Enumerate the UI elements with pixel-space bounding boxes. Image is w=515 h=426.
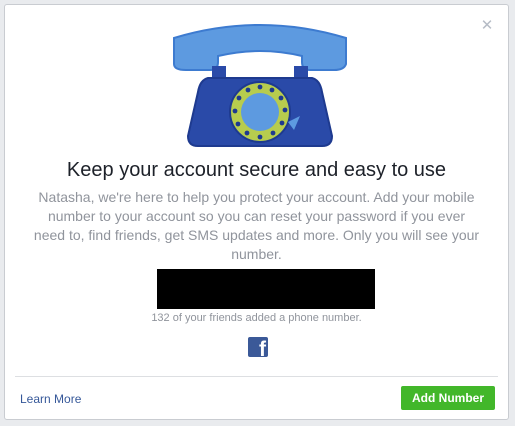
close-icon[interactable]: ✕: [480, 18, 494, 33]
dialog-headline: Keep your account secure and easy to use: [66, 159, 447, 181]
dialog-description: Natasha, we're here to help you protect …: [33, 189, 480, 262]
learn-more-link[interactable]: Learn More: [20, 391, 81, 407]
add-phone-dialog: ✕ Keep your account secure and easy to u…: [4, 4, 509, 420]
footer-divider: [15, 376, 498, 377]
phone-number-field-redacted: [157, 269, 375, 309]
friends-count-note: 132 of your friends added a phone number…: [151, 312, 362, 324]
add-number-button[interactable]: Add Number: [401, 386, 495, 410]
telephone-illustration: [173, 24, 347, 147]
facebook-glyph: f: [259, 338, 266, 358]
facebook-icon: f: [248, 337, 268, 357]
